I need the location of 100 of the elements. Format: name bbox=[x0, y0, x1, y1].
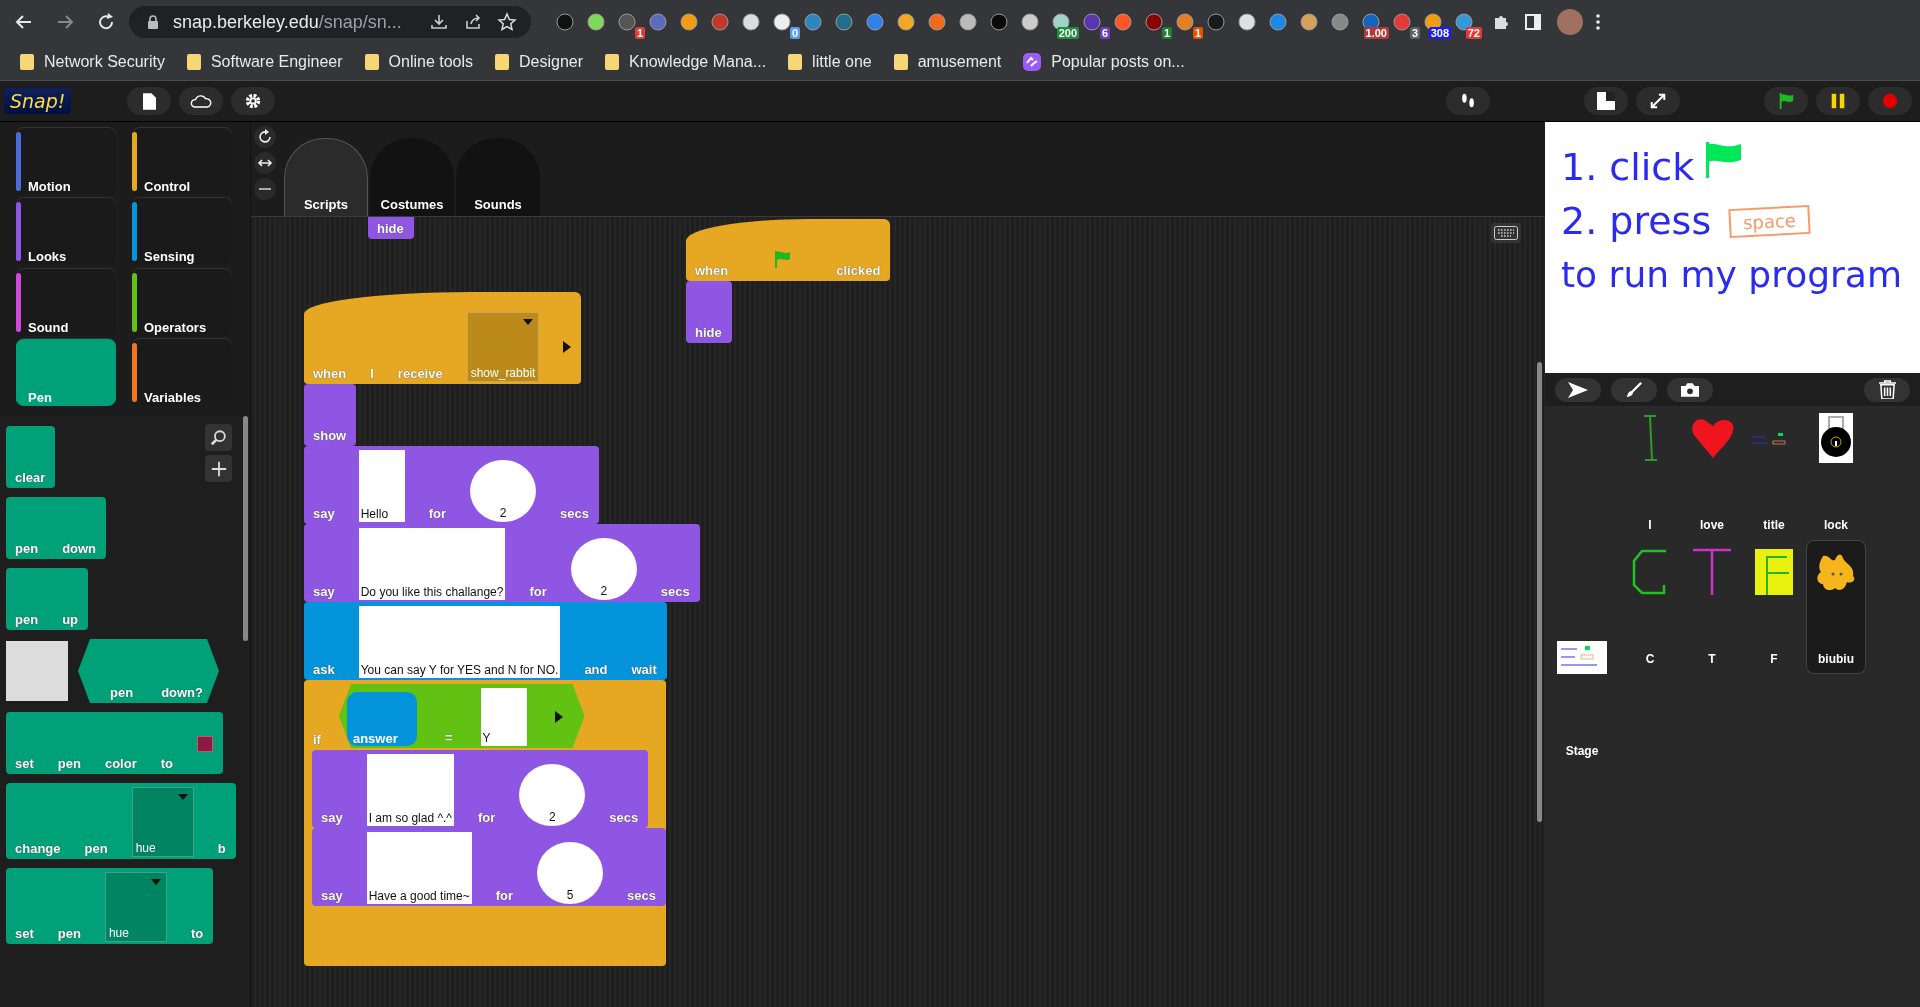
category-button[interactable]: Sensing bbox=[132, 198, 232, 266]
text-input[interactable]: Y bbox=[480, 688, 527, 746]
flip-button[interactable] bbox=[254, 152, 276, 174]
scrollbar[interactable] bbox=[1537, 362, 1542, 822]
stage-item[interactable]: Stage bbox=[1557, 641, 1607, 758]
command-block[interactable]: change pen hue b bbox=[6, 783, 236, 859]
command-block[interactable]: hide bbox=[686, 281, 732, 343]
sprite-item[interactable]: lock bbox=[1806, 406, 1866, 540]
sprite-item[interactable]: T bbox=[1682, 540, 1742, 674]
bookmark[interactable]: Designer bbox=[495, 53, 584, 71]
number-input[interactable]: 5 bbox=[537, 842, 604, 904]
bookmark[interactable]: little one bbox=[788, 53, 872, 71]
extension-icon[interactable] bbox=[771, 12, 792, 32]
file-button[interactable] bbox=[127, 87, 172, 115]
extension-icon[interactable] bbox=[1019, 12, 1040, 32]
extension-icon[interactable] bbox=[895, 12, 916, 32]
extension-icon[interactable] bbox=[926, 12, 947, 32]
extension-icon[interactable] bbox=[1236, 12, 1257, 32]
pause-button[interactable] bbox=[1816, 87, 1860, 115]
sidebar-icon[interactable] bbox=[1523, 12, 1543, 32]
sprite-item[interactable]: biubiu bbox=[1806, 540, 1866, 674]
stage-size-button[interactable] bbox=[1584, 87, 1628, 115]
download-icon[interactable] bbox=[429, 12, 449, 32]
extension-icon[interactable] bbox=[616, 12, 637, 32]
bookmark[interactable]: Online tools bbox=[364, 53, 474, 71]
text-input[interactable]: Do you like this challange? bbox=[358, 528, 506, 600]
extension-icon[interactable] bbox=[554, 12, 575, 32]
command-block[interactable]: say I am so glad ^.^ for 2 secs bbox=[312, 750, 649, 828]
category-button[interactable]: Operators bbox=[132, 268, 232, 336]
text-input[interactable]: I am so glad ^.^ bbox=[366, 754, 454, 826]
command-block[interactable]: say Have a good time~ for 5 secs bbox=[312, 828, 667, 906]
sprite-item[interactable]: C bbox=[1620, 540, 1680, 674]
stop-button[interactable] bbox=[1868, 87, 1912, 115]
extension-icon[interactable] bbox=[864, 12, 885, 32]
extension-icon[interactable] bbox=[1298, 12, 1319, 32]
extension-icon[interactable] bbox=[678, 12, 699, 32]
if-block[interactable]: if answer = Y say I am so glad ^.^ for 2 secs say Have a good time~ for 5 secs bbox=[304, 680, 667, 966]
keyboard-button[interactable] bbox=[1491, 223, 1521, 243]
no-rotation-button[interactable] bbox=[254, 178, 276, 200]
text-input[interactable]: Hello bbox=[358, 450, 405, 522]
turtle-button[interactable] bbox=[1555, 377, 1601, 402]
cloud-button[interactable] bbox=[179, 87, 224, 115]
extension-icon[interactable] bbox=[1329, 12, 1350, 32]
checkbox[interactable] bbox=[6, 641, 68, 701]
command-block[interactable]: say Hello for 2 secs bbox=[304, 446, 599, 524]
extension-icon[interactable] bbox=[647, 12, 668, 32]
color-swatch[interactable] bbox=[197, 736, 213, 752]
sprite-item[interactable]: I bbox=[1620, 406, 1680, 540]
extension-icon[interactable] bbox=[1174, 12, 1195, 32]
avatar[interactable] bbox=[1557, 9, 1583, 35]
extension-icon[interactable] bbox=[585, 12, 606, 32]
sprite-item[interactable]: title bbox=[1744, 406, 1804, 540]
extension-icon[interactable] bbox=[1112, 12, 1133, 32]
expand-arrow-icon[interactable] bbox=[554, 711, 563, 723]
scrollbar[interactable] bbox=[243, 416, 248, 641]
bookmark[interactable]: Software Engineer bbox=[186, 53, 343, 71]
add-button[interactable] bbox=[205, 455, 232, 482]
extension-icon[interactable] bbox=[988, 12, 1009, 32]
extension-icon[interactable] bbox=[802, 12, 823, 32]
fullscreen-button[interactable] bbox=[1636, 87, 1680, 115]
text-input[interactable]: You can say Y for YES and N for NO. bbox=[358, 606, 561, 678]
extension-icon[interactable] bbox=[709, 12, 730, 32]
command-block[interactable]: set pen hue to bbox=[6, 868, 214, 944]
command-block[interactable]: ask You can say Y for YES and N for NO. and wait bbox=[304, 602, 667, 680]
extension-icon[interactable] bbox=[833, 12, 854, 32]
stage[interactable]: 1. click 2. press space to run my program bbox=[1545, 122, 1920, 373]
extension-icon[interactable] bbox=[740, 12, 761, 32]
number-input[interactable]: 2 bbox=[570, 538, 637, 600]
search-button[interactable] bbox=[205, 424, 232, 451]
extension-icon[interactable] bbox=[1205, 12, 1226, 32]
command-block[interactable]: hide bbox=[368, 217, 414, 239]
star-icon[interactable] bbox=[497, 12, 517, 32]
command-block[interactable]: show bbox=[304, 384, 357, 446]
tab[interactable]: Sounds bbox=[456, 138, 540, 216]
camera-button[interactable] bbox=[1667, 377, 1713, 402]
command-block[interactable]: say Do you like this challange? for 2 secs bbox=[304, 524, 700, 602]
sprite-item[interactable]: F bbox=[1744, 540, 1804, 674]
extension-icon[interactable] bbox=[957, 12, 978, 32]
address-bar[interactable]: snap.berkeley.edu/snap/sn... bbox=[129, 6, 531, 38]
settings-button[interactable] bbox=[231, 87, 276, 115]
number-input[interactable]: 2 bbox=[519, 764, 586, 826]
snap-logo[interactable]: Snap! bbox=[4, 88, 72, 114]
paint-button[interactable] bbox=[1611, 377, 1657, 402]
footsteps-button[interactable] bbox=[1446, 87, 1490, 115]
tab[interactable]: Scripts bbox=[284, 138, 368, 216]
bookmark[interactable]: Knowledge Mana... bbox=[605, 53, 767, 71]
expand-arrow-icon[interactable] bbox=[563, 341, 572, 353]
tab[interactable]: Costumes bbox=[370, 138, 454, 216]
predicate-block[interactable]: answer = Y bbox=[338, 684, 585, 748]
delete-button[interactable] bbox=[1864, 377, 1910, 402]
bookmark[interactable]: Popular posts on... bbox=[1023, 53, 1185, 71]
sprite-item[interactable]: love bbox=[1682, 406, 1742, 540]
rotation-button[interactable] bbox=[254, 126, 276, 148]
number-input[interactable]: 2 bbox=[470, 460, 537, 522]
bookmark[interactable]: Network Security bbox=[20, 53, 165, 71]
extension-icon[interactable] bbox=[1267, 12, 1288, 32]
bookmark[interactable]: amusement bbox=[893, 53, 1002, 71]
reload-icon[interactable] bbox=[96, 12, 116, 32]
start-button[interactable] bbox=[1764, 87, 1808, 115]
dropdown-input[interactable]: hue bbox=[104, 872, 167, 942]
